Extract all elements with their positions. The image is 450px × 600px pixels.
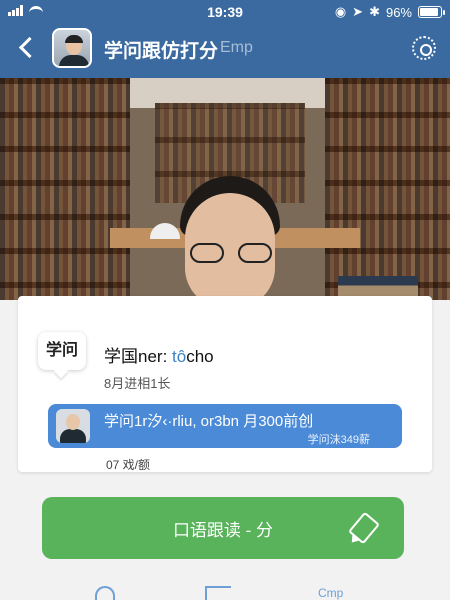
speak-follow-button[interactable]: 口语跟读 - 分 <box>42 497 404 559</box>
page-title: 学问跟仿打分 <box>104 41 219 62</box>
desk-lamp <box>150 223 180 239</box>
bookshelf-left <box>0 78 130 300</box>
nav-bar: 学问跟仿打分 Emp <box>0 26 450 74</box>
recording-text: 学问1r汐‹·rliu, or3bn 月300前创 <box>104 413 314 430</box>
recording-subtext: 学问沫349薪 <box>307 434 370 446</box>
lock-rotation-icon: ◉ <box>334 4 347 19</box>
lesson-footer: 07 戏/额 <box>106 458 151 472</box>
lesson-suffix: cho <box>186 347 214 366</box>
avatar-hair <box>65 35 83 43</box>
bookshelf-right <box>325 78 450 300</box>
glasses <box>190 243 272 263</box>
lesson-tag: 学问 <box>38 332 86 370</box>
status-bar: 19:39 ◉ ➤ ✱ 96% <box>0 0 450 26</box>
tab-third[interactable]: Cmp <box>318 586 343 600</box>
recording-avatar <box>56 409 90 443</box>
tab-home-icon[interactable] <box>95 586 115 600</box>
avatar-body <box>59 55 89 66</box>
avatar[interactable] <box>52 28 92 68</box>
tab-chart-icon[interactable] <box>205 586 231 600</box>
back-button[interactable] <box>12 32 42 62</box>
lesson-line: 学国ner: tôcho <box>104 342 214 367</box>
top-bar: 19:39 ◉ ➤ ✱ 96% 学问跟仿打分 Emp <box>0 0 450 78</box>
status-right: ◉ ➤ ✱ 96% <box>334 4 445 20</box>
location-icon: ➤ <box>352 4 364 19</box>
tab-bar: Cmp <box>0 582 450 600</box>
bluetooth-icon: ✱ <box>369 4 380 19</box>
lesson-card: 学问 学国ner: tôcho 8月进相1长 学问1r汐‹·rliu, or3b… <box>18 296 432 472</box>
battery-fill <box>420 8 438 16</box>
recording-item[interactable]: 学问1r汐‹·rliu, or3bn 月300前创 学问沫349薪 <box>48 404 402 448</box>
battery-percent: 96% <box>385 4 412 20</box>
battery-icon <box>418 6 445 18</box>
video-preview[interactable] <box>0 78 450 300</box>
lesson-meta: 8月进相1长 <box>104 376 171 391</box>
settings-button[interactable] <box>412 36 436 60</box>
page-subtitle: Emp <box>220 39 253 56</box>
lesson-prefix: 学国ner: <box>104 347 168 366</box>
lesson-highlight: tô <box>172 347 187 366</box>
